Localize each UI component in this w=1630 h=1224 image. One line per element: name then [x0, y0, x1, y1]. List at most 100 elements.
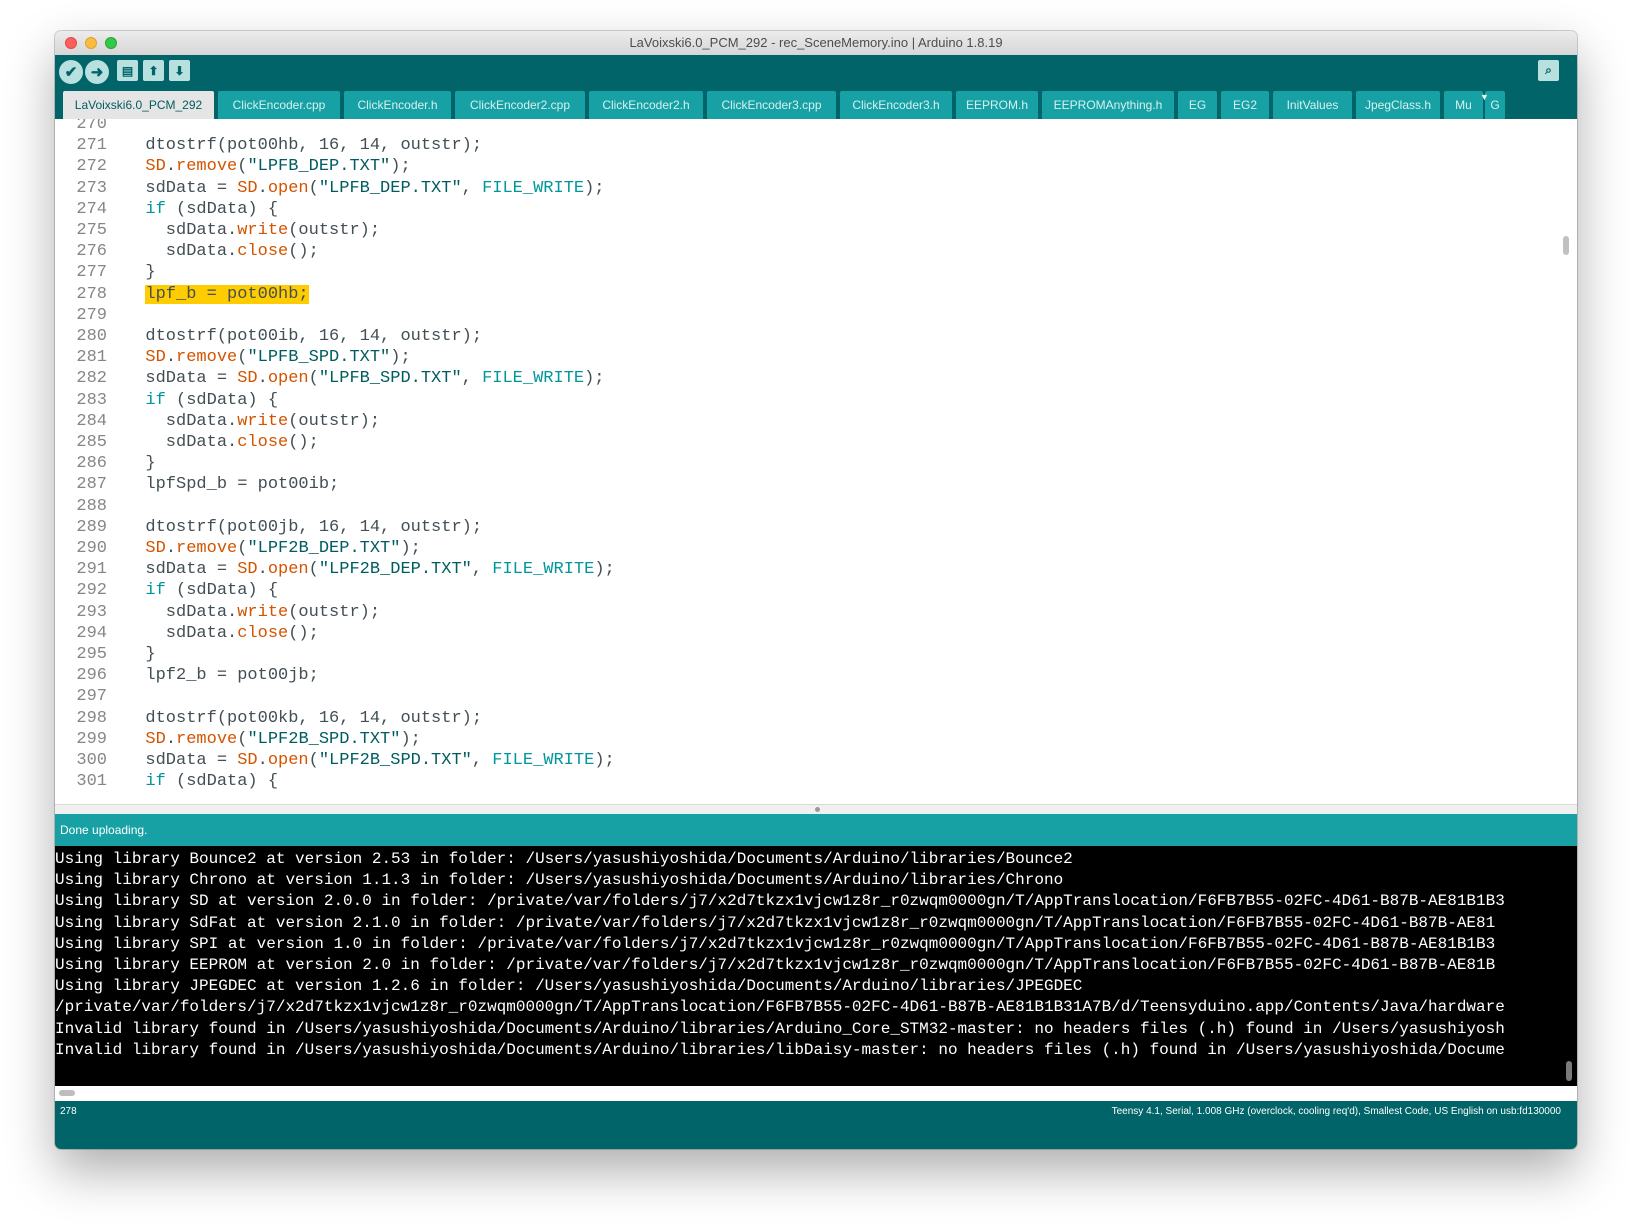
arrow-up-icon: ⬆ [148, 63, 159, 78]
tab-clickencoder2-h[interactable]: ClickEncoder2.h [589, 91, 703, 119]
code-line[interactable]: 274 if (sdData) { [55, 199, 1505, 221]
checkmark-icon: ✔ [64, 64, 78, 81]
code-text: sdData.write(outstr); [125, 602, 381, 622]
code-text: SD.remove("LPF2B_SPD.TXT"); [145, 729, 421, 749]
code-line[interactable]: 275 sdData.write(outstr); [55, 220, 1505, 242]
code-line[interactable]: 276 sdData.close(); [55, 241, 1505, 263]
tab-eg[interactable]: EG [1178, 91, 1217, 119]
console-line: Using library EEPROM at version 2.0 in f… [55, 956, 1496, 974]
chevron-down-icon[interactable]: ▼ [1480, 92, 1489, 102]
code-text: dtostrf(pot00ib, 16, 14, outstr); [125, 327, 483, 346]
code-text: if (sdData) { [145, 581, 279, 601]
code-line[interactable]: 297 [55, 686, 1505, 708]
line-number-indicator: 278 [60, 1106, 77, 1117]
window-title: LaVoixski6.0_PCM_292 - rec_SceneMemory.i… [629, 35, 1003, 50]
code-line[interactable]: 293 sdData.write(outstr); [55, 602, 1505, 624]
tab-label: EG [1188, 98, 1207, 112]
line-number: 280 [76, 327, 107, 346]
hscroll-thumb[interactable] [59, 1090, 75, 1096]
tab-clickencoder2-cpp[interactable]: ClickEncoder2.cpp [455, 91, 585, 119]
upload-button[interactable]: ➜ [85, 60, 109, 84]
console-hscrollbar[interactable] [55, 1086, 1577, 1101]
code-text: sdData.close(); [125, 623, 319, 643]
code-line[interactable]: 296 lpf2_b = pot00jb; [55, 665, 1505, 687]
line-number: 298 [76, 708, 107, 728]
code-line[interactable]: 287 lpfSpd_b = pot00ib; [55, 474, 1505, 496]
open-button[interactable]: ⬆ [143, 60, 164, 81]
magnifier-icon: ⌕ [1545, 63, 1552, 77]
code-line[interactable]: 299 SD.remove("LPF2B_SPD.TXT"); [55, 729, 1505, 751]
tab-label: LaVoixski6.0_PCM_292 [74, 98, 203, 112]
tab-label: ClickEncoder2.h [602, 98, 690, 112]
status-message: Done uploading. [60, 823, 148, 837]
line-number: 293 [76, 602, 107, 622]
code-line[interactable]: 294 sdData.close(); [55, 623, 1505, 645]
tab-eeprom-h[interactable]: EEPROM.h [956, 91, 1038, 119]
code-line[interactable]: 291 sdData = SD.open("LPF2B_DEP.TXT", FI… [55, 559, 1505, 581]
tab-label: JpegClass.h [1364, 98, 1432, 112]
tab-initvalues[interactable]: InitValues [1273, 91, 1352, 119]
tab-clickencoder-cpp[interactable]: ClickEncoder.cpp [218, 91, 340, 119]
tab-jpegclass-h[interactable]: JpegClass.h [1356, 91, 1440, 119]
divider-handle[interactable] [815, 807, 820, 812]
code-line[interactable]: 272 SD.remove("LPFB_DEP.TXT"); [55, 156, 1505, 178]
code-line[interactable]: 286 } [55, 453, 1505, 475]
editor-scrollbar[interactable] [1563, 236, 1569, 255]
verify-button[interactable]: ✔ [59, 60, 83, 84]
tab-label: ClickEncoder3.cpp [721, 98, 822, 112]
status-bar: Done uploading. [55, 814, 1577, 846]
save-button[interactable]: ⬇ [169, 60, 190, 81]
code-line[interactable]: 279 [55, 305, 1505, 327]
code-line[interactable]: 285 sdData.close(); [55, 432, 1505, 454]
code-line[interactable]: 278 lpf_b = pot00hb; [55, 284, 1505, 306]
line-number: 297 [76, 687, 107, 707]
code-line[interactable]: 292 if (sdData) { [55, 580, 1505, 602]
line-number: 289 [76, 517, 107, 537]
code-line[interactable]: 301 if (sdData) { [55, 771, 1505, 793]
code-text: sdData.write(outstr); [125, 411, 381, 431]
console-line: Using library Chrono at version 1.1.3 in… [55, 871, 1064, 890]
code-line[interactable]: 283 if (sdData) { [55, 390, 1505, 412]
code-text: SD.remove("LPFB_SPD.TXT"); [145, 348, 411, 368]
code-line[interactable]: 271 dtostrf(pot00hb, 16, 14, outstr); [55, 135, 1505, 157]
code-text: sdData = SD.open("LPFB_DEP.TXT", FILE_WR… [125, 178, 605, 198]
code-line[interactable]: 300 sdData = SD.open("LPF2B_SPD.TXT", FI… [55, 750, 1505, 772]
code-line[interactable]: 281 SD.remove("LPFB_SPD.TXT"); [55, 347, 1505, 369]
tab-mu[interactable]: Mu [1444, 91, 1483, 119]
code-line[interactable]: 290 SD.remove("LPF2B_DEP.TXT"); [55, 538, 1505, 560]
code-line[interactable]: 270 [55, 119, 1505, 136]
code-line[interactable]: 273 sdData = SD.open("LPFB_DEP.TXT", FIL… [55, 178, 1505, 200]
line-number: 291 [76, 560, 107, 580]
code-line[interactable]: 277 } [55, 262, 1505, 284]
line-number: 275 [76, 221, 107, 240]
tab-clickencoder-h[interactable]: ClickEncoder.h [344, 91, 451, 119]
tab-lavoixski6-0-pcm-292[interactable]: LaVoixski6.0_PCM_292 [63, 91, 214, 119]
code-text: if (sdData) { [145, 772, 279, 792]
code-line[interactable]: 298 dtostrf(pot00kb, 16, 14, outstr); [55, 708, 1505, 730]
tab-eepromanything-h[interactable]: EEPROMAnything.h [1042, 91, 1174, 119]
line-number: 295 [76, 645, 107, 664]
code-line[interactable]: 288 [55, 496, 1505, 518]
serial-monitor-button[interactable]: ⌕ [1538, 60, 1559, 81]
code-line[interactable]: 295 } [55, 644, 1505, 666]
tab-clickencoder3-h[interactable]: ClickEncoder3.h [840, 91, 952, 119]
code-line[interactable]: 289 dtostrf(pot00jb, 16, 14, outstr); [55, 517, 1505, 539]
tab-eg2[interactable]: EG2 [1221, 91, 1269, 119]
console-line: Using library Bounce2 at version 2.53 in… [55, 850, 1073, 868]
code-text: } [125, 263, 156, 283]
console-scrollbar[interactable] [1566, 1061, 1572, 1081]
tab-label: InitValues [1286, 98, 1339, 112]
code-text: dtostrf(pot00jb, 16, 14, outstr); [125, 517, 483, 537]
code-line[interactable]: 280 dtostrf(pot00ib, 16, 14, outstr); [55, 326, 1505, 348]
code-editor[interactable]: 270 271 dtostrf(pot00hb, 16, 14, outstr);… [55, 119, 1577, 804]
code-text: lpf_b = pot00hb; [145, 284, 309, 304]
code-line[interactable]: 284 sdData.write(outstr); [55, 411, 1505, 433]
tab-clickencoder3-cpp[interactable]: ClickEncoder3.cpp [707, 91, 836, 119]
code-line[interactable]: 282 sdData = SD.open("LPFB_SPD.TXT", FIL… [55, 368, 1505, 390]
line-number: 274 [76, 199, 107, 219]
console-line: Using library SdFat at version 2.1.0 in … [55, 913, 1496, 932]
code-text: if (sdData) { [145, 390, 279, 410]
new-button[interactable]: ▤ [117, 60, 138, 81]
console-output[interactable]: Using library Bounce2 at version 2.53 in… [55, 846, 1577, 1086]
line-number: 299 [76, 729, 107, 749]
